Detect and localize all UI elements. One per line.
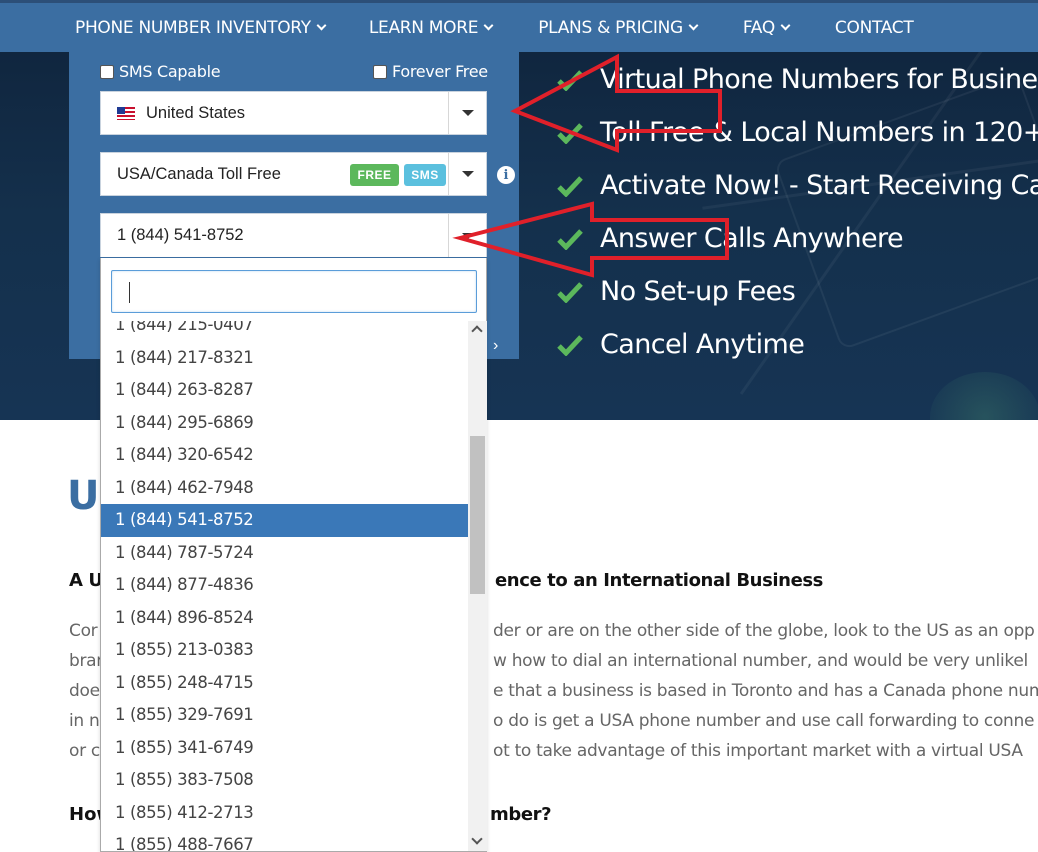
- nav-plans-pricing[interactable]: PLANS & PRICING: [538, 17, 699, 38]
- country-select[interactable]: United States: [100, 91, 487, 135]
- dropdown-option[interactable]: 1 (844) 320-6542: [101, 439, 468, 472]
- phone-number-value: 1 (844) 541-8752: [117, 226, 244, 244]
- scrollbar-thumb[interactable]: [470, 436, 485, 594]
- checkbox-box[interactable]: [373, 64, 387, 79]
- caret-down-icon: [461, 232, 474, 239]
- subheading: mber?: [490, 804, 552, 825]
- dropdown-option[interactable]: 1 (844) 215-0407: [101, 321, 468, 342]
- chevron-down-icon: [316, 20, 327, 31]
- subheading: ence to an International Business: [495, 570, 824, 591]
- info-icon[interactable]: i: [497, 166, 515, 184]
- feature-item: No Set-up Fees: [557, 276, 796, 307]
- us-flag-icon: [117, 106, 135, 120]
- feature-text: No Set-up Fees: [600, 276, 796, 307]
- caret-down-icon: [461, 110, 474, 116]
- paragraph-line: doe: [69, 681, 100, 701]
- feature-text: Activate Now! - Start Receiving Calls: [600, 170, 1038, 201]
- dropdown-scrollbar[interactable]: [468, 321, 487, 851]
- nav-label: PHONE NUMBER INVENTORY: [75, 17, 311, 38]
- country-value: United States: [146, 103, 246, 122]
- number-type-select-toggle[interactable]: [448, 153, 486, 195]
- feature-item: Virtual Phone Numbers for Business: [557, 64, 1038, 95]
- dropdown-option[interactable]: 1 (844) 787-5724: [101, 537, 468, 570]
- check-icon: [557, 122, 583, 144]
- sms-capable-checkbox[interactable]: SMS Capable: [100, 62, 221, 81]
- dropdown-option[interactable]: 1 (855) 248-4715: [101, 667, 468, 700]
- nav-phone-number-inventory[interactable]: PHONE NUMBER INVENTORY: [75, 17, 327, 38]
- feature-item: Answer Calls Anywhere: [557, 223, 904, 254]
- paragraph-line: o do is get a USA phone number and use c…: [493, 711, 1035, 731]
- paragraph-line: in n: [69, 711, 100, 731]
- phone-number-select-toggle[interactable]: [448, 214, 486, 257]
- paragraph-line: Cor: [69, 621, 98, 641]
- hero-decoration: [773, 73, 1038, 351]
- checkbox-box[interactable]: [100, 64, 114, 79]
- chevron-right-icon[interactable]: ›: [493, 337, 498, 355]
- check-icon: [557, 281, 583, 303]
- dropdown-option-selected[interactable]: 1 (844) 541-8752: [101, 504, 468, 537]
- dropdown-option[interactable]: 1 (844) 462-7948: [101, 472, 468, 505]
- page: PHONE NUMBER INVENTORY LEARN MORE PLANS …: [0, 0, 1038, 852]
- dropdown-options: 1 (844) 215-0407 1 (844) 217-8321 1 (844) …: [101, 321, 468, 851]
- feature-item: Cancel Anytime: [557, 329, 805, 360]
- number-type-select[interactable]: USA/Canada Toll Free FREE SMS: [100, 152, 487, 196]
- paragraph-line: w how to dial an international number, a…: [493, 651, 1028, 671]
- phone-number-dropdown: 1 (844) 215-0407 1 (844) 217-8321 1 (844) …: [100, 258, 487, 852]
- scroll-down-icon[interactable]: [471, 833, 483, 845]
- chevron-down-icon: [780, 20, 791, 31]
- dropdown-option[interactable]: 1 (844) 896-8524: [101, 602, 468, 635]
- check-icon: [557, 175, 583, 197]
- dropdown-option[interactable]: 1 (844) 295-6869: [101, 407, 468, 440]
- dropdown-option[interactable]: 1 (855) 341-6749: [101, 732, 468, 765]
- text-cursor: [129, 282, 130, 303]
- forever-free-label: Forever Free: [392, 62, 488, 81]
- sms-badge: SMS: [404, 164, 446, 186]
- free-badge: FREE: [350, 164, 399, 186]
- nav-label: CONTACT: [834, 17, 914, 38]
- section-heading: U: [67, 473, 100, 519]
- paragraph-line: der or are on the other side of the glob…: [493, 621, 1035, 641]
- phone-number-select[interactable]: 1 (844) 541-8752: [100, 213, 487, 257]
- caret-down-icon: [461, 171, 474, 177]
- scroll-up-icon[interactable]: [471, 325, 483, 337]
- paragraph-line: ot to take advantage of this important m…: [493, 741, 1023, 761]
- paragraph-line: or c: [69, 741, 100, 761]
- nav-label: LEARN MORE: [368, 17, 479, 38]
- feature-text: Cancel Anytime: [600, 329, 805, 360]
- sms-capable-label: SMS Capable: [119, 62, 221, 81]
- feature-text: Answer Calls Anywhere: [600, 223, 904, 254]
- check-icon: [557, 69, 583, 91]
- dropdown-search-input[interactable]: [111, 270, 477, 313]
- dropdown-option[interactable]: 1 (844) 877-4836: [101, 569, 468, 602]
- nav-contact[interactable]: CONTACT: [835, 18, 914, 38]
- dropdown-option[interactable]: 1 (855) 412-2713: [101, 797, 468, 830]
- chevron-down-icon: [483, 20, 494, 31]
- dropdown-option[interactable]: 1 (855) 329-7691: [101, 699, 468, 732]
- feature-item: Activate Now! - Start Receiving Calls: [557, 170, 1038, 201]
- dropdown-option[interactable]: 1 (844) 263-8287: [101, 374, 468, 407]
- dropdown-option[interactable]: 1 (855) 213-0383: [101, 634, 468, 667]
- check-icon: [557, 334, 583, 356]
- nav-label: FAQ: [742, 17, 775, 38]
- paragraph-line: e that a business is based in Toronto an…: [493, 681, 1038, 701]
- dropdown-option[interactable]: 1 (844) 217-8321: [101, 342, 468, 375]
- check-icon: [557, 228, 583, 250]
- nav-faq[interactable]: FAQ: [742, 17, 791, 38]
- dropdown-option[interactable]: 1 (855) 488-7667: [101, 829, 468, 851]
- country-select-toggle[interactable]: [448, 92, 486, 134]
- subheading: A U: [69, 570, 103, 591]
- feature-text: Toll Free & Local Numbers in 120+ Co: [600, 117, 1038, 148]
- top-navigation: PHONE NUMBER INVENTORY LEARN MORE PLANS …: [0, 0, 1038, 52]
- dropdown-options-inner: 1 (844) 215-0407 1 (844) 217-8321 1 (844) …: [101, 321, 468, 851]
- hero-glow: [930, 372, 1038, 420]
- feature-item: Toll Free & Local Numbers in 120+ Co: [557, 117, 1038, 148]
- number-type-value: USA/Canada Toll Free: [117, 164, 281, 183]
- nav-label: PLANS & PRICING: [538, 17, 683, 38]
- chevron-down-icon: [688, 20, 699, 31]
- feature-text: Virtual Phone Numbers for Business: [600, 64, 1038, 95]
- forever-free-checkbox[interactable]: Forever Free: [373, 62, 488, 81]
- dropdown-option[interactable]: 1 (855) 383-7508: [101, 764, 468, 797]
- paragraph-line: brar: [69, 651, 103, 671]
- nav-learn-more[interactable]: LEARN MORE: [368, 17, 494, 38]
